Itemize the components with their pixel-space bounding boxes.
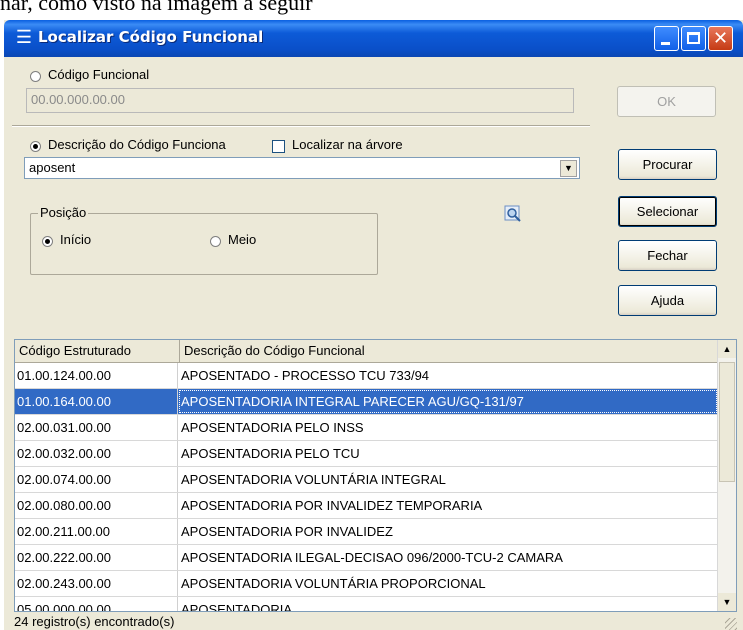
table-row[interactable]: 02.00.222.00.00 APOSENTADORIA ILEGAL-DECI…	[15, 545, 718, 571]
table-row[interactable]: 02.00.074.00.00 APOSENTADORIA VOLUNTÁRIA …	[15, 467, 718, 493]
meio-label: Meio	[228, 232, 257, 247]
codigo-funcional-label: Código Funcional	[48, 67, 150, 82]
descricao-input[interactable]: aposent	[24, 157, 580, 179]
cell-codigo: 02.00.031.00.00	[15, 415, 178, 440]
cell-descricao: APOSENTADORIA ILEGAL-DECISAO 096/2000-TC…	[181, 550, 563, 565]
localizar-dialog: ☰ Localizar Código Funcional ✕ Código Fu…	[4, 20, 743, 630]
close-icon: ✕	[712, 28, 729, 49]
column-header-descricao[interactable]: Descrição do Código Funcional	[180, 340, 718, 362]
inicio-label: Início	[60, 232, 92, 247]
cell-codigo: 01.00.124.00.00	[15, 363, 178, 388]
scroll-down-icon[interactable]: ▼	[718, 593, 736, 611]
cell-descricao: APOSENTADORIA VOLUNTÁRIA INTEGRAL	[181, 472, 446, 487]
grid-rows: 01.00.124.00.00 APOSENTADO - PROCESSO TCU…	[15, 363, 718, 612]
codigo-funcional-radio[interactable]	[30, 71, 41, 82]
cell-descricao: APOSENTADORIA	[181, 602, 293, 612]
table-row[interactable]: 01.00.164.00.00 APOSENTADORIA INTEGRAL PA…	[15, 389, 718, 415]
cell-descricao: APOSENTADORIA VOLUNTÁRIA PROPORCIONAL	[181, 576, 486, 591]
separator	[12, 125, 590, 127]
cell-codigo: 02.00.032.00.00	[15, 441, 178, 466]
cell-codigo: 02.00.074.00.00	[15, 467, 178, 492]
localizar-arvore-label: Localizar na árvore	[292, 137, 403, 152]
cell-codigo: 02.00.222.00.00	[15, 545, 178, 570]
scroll-up-icon[interactable]: ▲	[718, 340, 736, 358]
cell-codigo: 05.00.000.00.00	[15, 597, 178, 611]
cell-codigo: 01.00.164.00.00	[15, 389, 178, 414]
table-row[interactable]: 02.00.243.00.00 APOSENTADORIA VOLUNTÁRIA …	[15, 571, 718, 597]
document-context-text: nar, como visto na imagem a seguir	[0, 0, 313, 15]
inicio-radio[interactable]	[42, 236, 53, 247]
table-row[interactable]: 05.00.000.00.00 APOSENTADORIA	[15, 597, 718, 612]
maximize-icon	[687, 32, 700, 44]
cell-codigo: 02.00.211.00.00	[15, 519, 178, 544]
codigo-funcional-input[interactable]: 00.00.000.00.00	[26, 88, 574, 113]
cell-descricao: APOSENTADORIA INTEGRAL PARECER AGU/GQ-13…	[178, 389, 718, 414]
fechar-button[interactable]: Fechar	[618, 240, 717, 271]
window-title: Localizar Código Funcional	[38, 28, 264, 46]
grid-header: Código Estruturado Descrição do Código F…	[15, 340, 718, 363]
meio-radio[interactable]	[210, 236, 221, 247]
minimize-button[interactable]	[654, 26, 679, 51]
cell-codigo: 02.00.243.00.00	[15, 571, 178, 596]
table-row[interactable]: 02.00.031.00.00 APOSENTADORIA PELO INSS	[15, 415, 718, 441]
status-bar: 24 registro(s) encontrado(s)	[14, 613, 737, 630]
cell-descricao: APOSENTADORIA POR INVALIDEZ TEMPORARIA	[181, 498, 483, 513]
minimize-icon	[661, 42, 670, 45]
cell-codigo: 02.00.080.00.00	[15, 493, 178, 518]
ok-button[interactable]: OK	[617, 86, 716, 117]
table-row[interactable]: 01.00.124.00.00 APOSENTADO - PROCESSO TCU…	[15, 363, 718, 389]
magnifier-icon[interactable]	[504, 205, 522, 223]
table-row[interactable]: 02.00.211.00.00 APOSENTADORIA POR INVALID…	[15, 519, 718, 545]
cell-descricao: APOSENTADO - PROCESSO TCU 733/94	[181, 368, 430, 383]
maximize-button[interactable]	[681, 26, 706, 51]
cell-descricao: APOSENTADORIA PELO INSS	[181, 420, 364, 435]
descricao-label: Descrição do Código Funciona	[48, 137, 226, 152]
selecionar-button[interactable]: Selecionar	[618, 196, 717, 227]
posicao-legend: Posição	[38, 205, 89, 220]
table-row[interactable]: 02.00.080.00.00 APOSENTADORIA POR INVALID…	[15, 493, 718, 519]
descricao-radio[interactable]	[30, 141, 41, 152]
vertical-scrollbar[interactable]: ▲ ▼	[717, 340, 736, 611]
procurar-button[interactable]: Procurar	[618, 149, 717, 180]
column-header-codigo[interactable]: Código Estruturado	[15, 340, 180, 362]
chevron-down-icon[interactable]: ▼	[560, 160, 577, 177]
cell-descricao: APOSENTADORIA PELO TCU	[181, 446, 360, 461]
title-bar[interactable]: ☰ Localizar Código Funcional ✕	[4, 20, 743, 57]
cell-descricao: APOSENTADORIA POR INVALIDEZ	[181, 524, 393, 539]
status-text: 24 registro(s) encontrado(s)	[14, 614, 175, 629]
resize-grip-icon[interactable]	[725, 618, 737, 630]
close-button[interactable]: ✕	[708, 26, 733, 51]
ajuda-button[interactable]: Ajuda	[618, 285, 717, 316]
scroll-thumb[interactable]	[719, 362, 735, 482]
table-row[interactable]: 02.00.032.00.00 APOSENTADORIA PELO TCU	[15, 441, 718, 467]
localizar-arvore-checkbox[interactable]	[272, 140, 285, 153]
stack-icon: ☰	[15, 27, 33, 47]
results-grid[interactable]: Código Estruturado Descrição do Código F…	[14, 339, 737, 612]
